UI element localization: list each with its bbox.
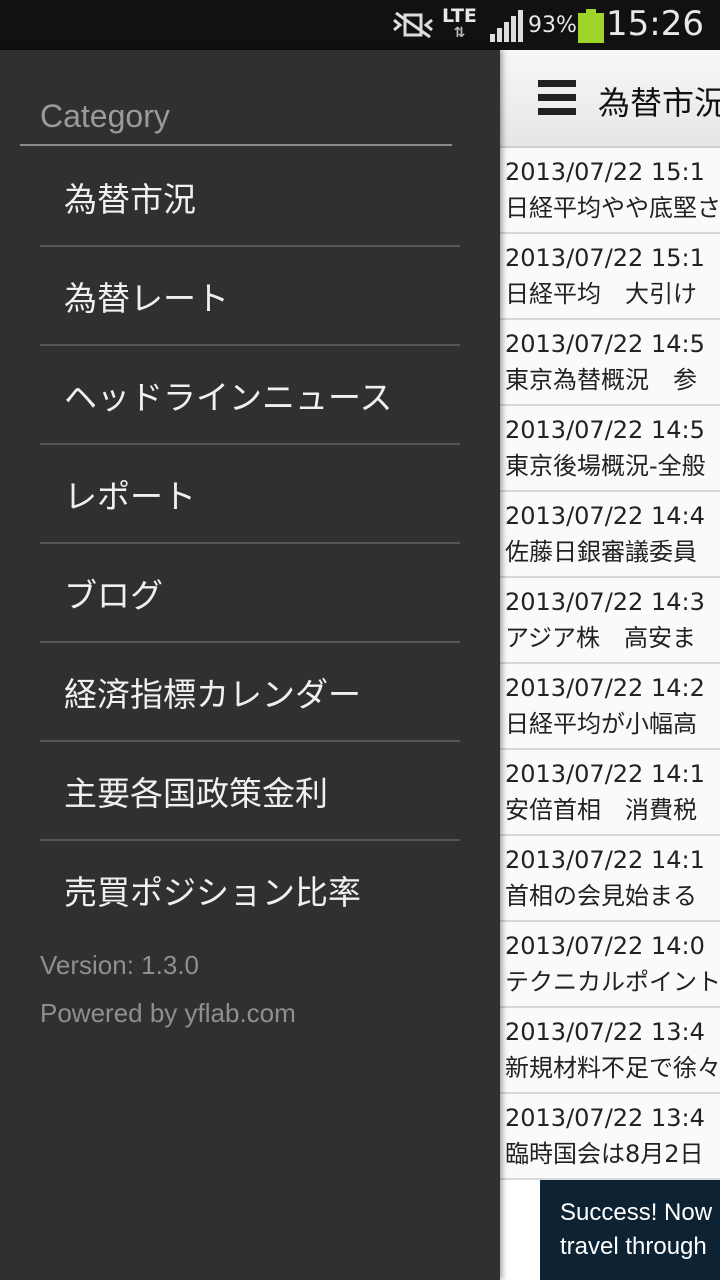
news-date: 2013/07/22 13:4 — [505, 1104, 705, 1132]
signal-icon — [490, 10, 523, 42]
news-date: 2013/07/22 14:3 — [505, 588, 705, 616]
news-item[interactable]: 2013/07/22 15:1 日経平均やや底堅さ — [500, 148, 720, 234]
menu-item-label: 経済指標カレンダー — [64, 674, 361, 714]
menu-item-label: 為替市況 — [64, 179, 196, 219]
news-item[interactable]: 2013/07/22 14:1 首相の会見始まる — [500, 836, 720, 922]
clock: 15:26 — [606, 4, 704, 44]
news-headline: 新規材料不足で徐々 — [505, 1054, 720, 1082]
news-item[interactable]: 2013/07/22 14:4 佐藤日銀審議委員 — [500, 492, 720, 578]
news-item[interactable]: 2013/07/22 14:5 東京後場概況-全般 — [500, 406, 720, 492]
menu-item-market-conditions[interactable]: 為替市況 — [40, 148, 460, 247]
news-headline: 首相の会見始まる — [505, 882, 697, 910]
news-headline: 安倍首相 消費税 — [505, 796, 697, 824]
category-menu: 為替市況 為替レート ヘッドラインニュース レポート ブログ 経済指標カレンダー… — [40, 148, 460, 938]
news-item[interactable]: 2013/07/22 14:1 安倍首相 消費税 — [500, 750, 720, 836]
app-version: Version: 1.3.0 — [40, 950, 199, 980]
news-date: 2013/07/22 14:1 — [505, 846, 705, 874]
menu-item-label: 為替レート — [64, 278, 229, 318]
main-content: 為替市況 2013/07/22 15:1 日経平均やや底堅さ 2013/07/22… — [500, 50, 720, 1280]
ad-banner[interactable]: Success! Now travel through — [540, 1180, 720, 1280]
news-item[interactable]: 2013/07/22 14:3 アジア株 高安ま — [500, 578, 720, 664]
news-item[interactable]: 2013/07/22 13:4 臨時国会は8月2日 — [500, 1094, 720, 1180]
news-headline: テクニカルポイント — [505, 968, 720, 996]
news-list: 2013/07/22 15:1 日経平均やや底堅さ 2013/07/22 15:1… — [500, 148, 720, 1180]
vibrate-off-icon — [393, 11, 433, 39]
menu-item-reports[interactable]: レポート — [40, 445, 460, 544]
menu-item-label: 主要各国政策金利 — [64, 773, 328, 813]
menu-item-headline-news[interactable]: ヘッドラインニュース — [40, 346, 460, 445]
news-headline: 東京後場概況-全般 — [505, 452, 706, 480]
drawer-heading: Category — [40, 98, 170, 134]
ad-text-line2: travel through — [560, 1233, 707, 1260]
menu-item-label: レポート — [64, 476, 196, 516]
news-headline: 日経平均 大引け — [505, 280, 697, 308]
news-item[interactable]: 2013/07/22 14:0 テクニカルポイント — [500, 922, 720, 1008]
news-date: 2013/07/22 13:4 — [505, 1018, 705, 1046]
news-item[interactable]: 2013/07/22 14:5 東京為替概況 参 — [500, 320, 720, 406]
news-item[interactable]: 2013/07/22 15:1 日経平均 大引け — [500, 234, 720, 320]
news-headline: 臨時国会は8月2日 — [505, 1140, 704, 1168]
navigation-drawer: Category 為替市況 為替レート ヘッドラインニュース レポート ブログ … — [0, 50, 500, 1280]
menu-item-label: ヘッドラインニュース — [64, 377, 393, 417]
powered-by: Powered by yflab.com — [40, 998, 296, 1028]
news-date: 2013/07/22 14:1 — [505, 760, 705, 788]
menu-item-position-ratio[interactable]: 売買ポジション比率 — [40, 841, 460, 938]
page-title: 為替市況 — [598, 84, 720, 122]
news-date: 2013/07/22 14:4 — [505, 502, 705, 530]
menu-item-exchange-rates[interactable]: 為替レート — [40, 247, 460, 346]
menu-item-blog[interactable]: ブログ — [40, 544, 460, 643]
news-date: 2013/07/22 15:1 — [505, 244, 705, 272]
news-date: 2013/07/22 14:0 — [505, 932, 705, 960]
status-bar: LTE ⇅ 93% 15:26 — [0, 0, 720, 50]
news-headline: 東京為替概況 参 — [505, 366, 697, 394]
news-item[interactable]: 2013/07/22 13:4 新規材料不足で徐々 — [500, 1008, 720, 1094]
news-headline: 日経平均やや底堅さ — [505, 194, 720, 222]
lte-data-icon: LTE ⇅ — [442, 5, 477, 41]
news-item[interactable]: 2013/07/22 14:2 日経平均が小幅高 — [500, 664, 720, 750]
network-type-label: LTE — [442, 5, 477, 27]
news-date: 2013/07/22 14:5 — [505, 416, 705, 444]
news-date: 2013/07/22 14:2 — [505, 674, 705, 702]
divider — [20, 144, 452, 146]
menu-item-economic-calendar[interactable]: 経済指標カレンダー — [40, 643, 460, 742]
news-headline: 佐藤日銀審議委員 — [505, 538, 697, 566]
action-bar: 為替市況 — [500, 50, 720, 148]
news-headline: アジア株 高安ま — [505, 624, 697, 652]
news-headline: 日経平均が小幅高 — [505, 710, 697, 738]
battery-icon — [578, 9, 604, 43]
hamburger-icon[interactable] — [538, 80, 576, 116]
menu-item-label: 売買ポジション比率 — [64, 872, 361, 912]
menu-item-policy-rates[interactable]: 主要各国政策金利 — [40, 742, 460, 841]
ad-text-line1: Success! Now — [560, 1199, 713, 1226]
news-date: 2013/07/22 14:5 — [505, 330, 705, 358]
menu-item-label: ブログ — [64, 575, 163, 615]
battery-percent: 93% — [528, 13, 577, 38]
news-date: 2013/07/22 15:1 — [505, 158, 705, 186]
